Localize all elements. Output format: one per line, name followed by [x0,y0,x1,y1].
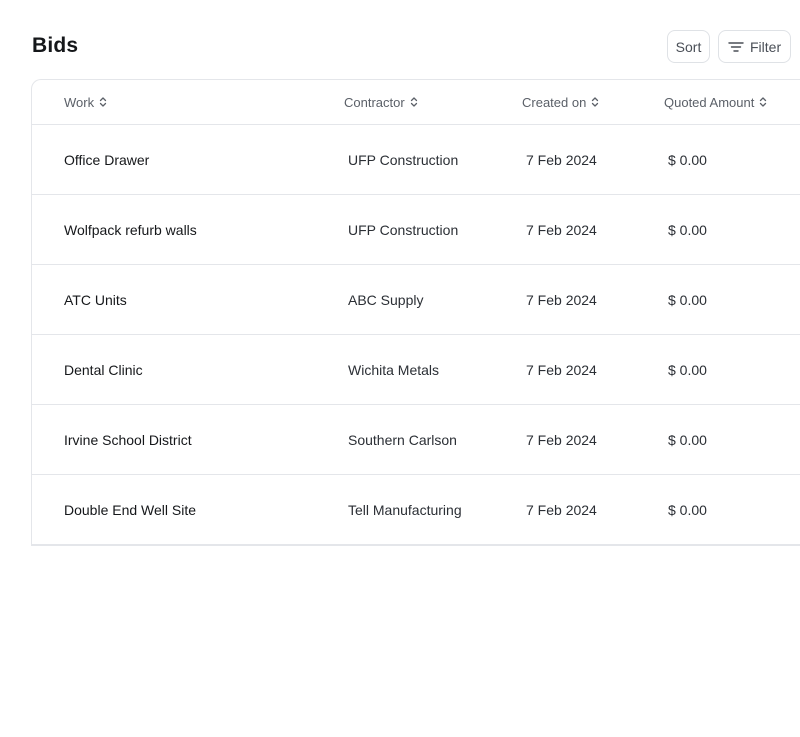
cell-work: Dental Clinic [64,361,143,378]
table-row[interactable]: Double End Well Site Tell Manufacturing … [32,475,800,545]
column-header-contractor[interactable]: Contractor [344,80,418,124]
sort-updown-icon [410,96,418,108]
cell-work: Wolfpack refurb walls [64,221,197,238]
toolbar: Sort Filter [667,30,791,63]
sort-updown-icon [759,96,767,108]
cell-contractor: UFP Construction [348,221,459,238]
cell-quoted-amount: $ 0.00 [668,431,707,448]
column-header-work[interactable]: Work [64,80,107,124]
sort-button-label: Sort [675,38,702,55]
cell-work: Irvine School District [64,431,192,448]
cell-created-on: 7 Feb 2024 [526,431,597,448]
cell-contractor: ABC Supply [348,291,424,308]
filter-icon [728,41,744,53]
filter-button-label: Filter [750,38,782,55]
table-row[interactable]: Office Drawer UFP Construction 7 Feb 202… [32,125,800,195]
cell-contractor: Southern Carlson [348,431,457,448]
cell-created-on: 7 Feb 2024 [526,361,597,378]
cell-quoted-amount: $ 0.00 [668,151,707,168]
filter-button[interactable]: Filter [718,30,791,63]
cell-created-on: 7 Feb 2024 [526,151,597,168]
cell-created-on: 7 Feb 2024 [526,221,597,238]
sort-updown-icon [99,96,107,108]
column-header-label: Quoted Amount [664,94,755,110]
cell-quoted-amount: $ 0.00 [668,361,707,378]
cell-created-on: 7 Feb 2024 [526,291,597,308]
table-header: Work Contractor Created on Quoted Amount [32,80,800,125]
cell-contractor: Wichita Metals [348,361,440,378]
cell-work: Double End Well Site [64,501,197,518]
sort-updown-icon [591,96,599,108]
table-row[interactable]: Dental Clinic Wichita Metals 7 Feb 2024 … [32,335,800,405]
column-header-quoted-amount[interactable]: Quoted Amount [664,80,767,124]
bids-table: Work Contractor Created on Quoted Amount… [31,79,800,546]
column-header-label: Created on [522,94,587,110]
table-row[interactable]: Wolfpack refurb walls UFP Construction 7… [32,195,800,265]
cell-work: ATC Units [64,291,127,308]
cell-contractor: UFP Construction [348,151,459,168]
column-header-label: Contractor [344,94,405,110]
cell-work: Office Drawer [64,151,150,168]
table-row[interactable]: ATC Units ABC Supply 7 Feb 2024 $ 0.00 [32,265,800,335]
cell-quoted-amount: $ 0.00 [668,221,707,238]
page-title: Bids [32,34,79,57]
cell-created-on: 7 Feb 2024 [526,501,597,518]
cell-quoted-amount: $ 0.00 [668,291,707,308]
column-header-created-on[interactable]: Created on [522,80,599,124]
cell-quoted-amount: $ 0.00 [668,501,707,518]
sort-button[interactable]: Sort [667,30,710,63]
column-header-label: Work [64,94,95,110]
cell-contractor: Tell Manufacturing [348,501,462,518]
table-row[interactable]: Irvine School District Southern Carlson … [32,405,800,475]
